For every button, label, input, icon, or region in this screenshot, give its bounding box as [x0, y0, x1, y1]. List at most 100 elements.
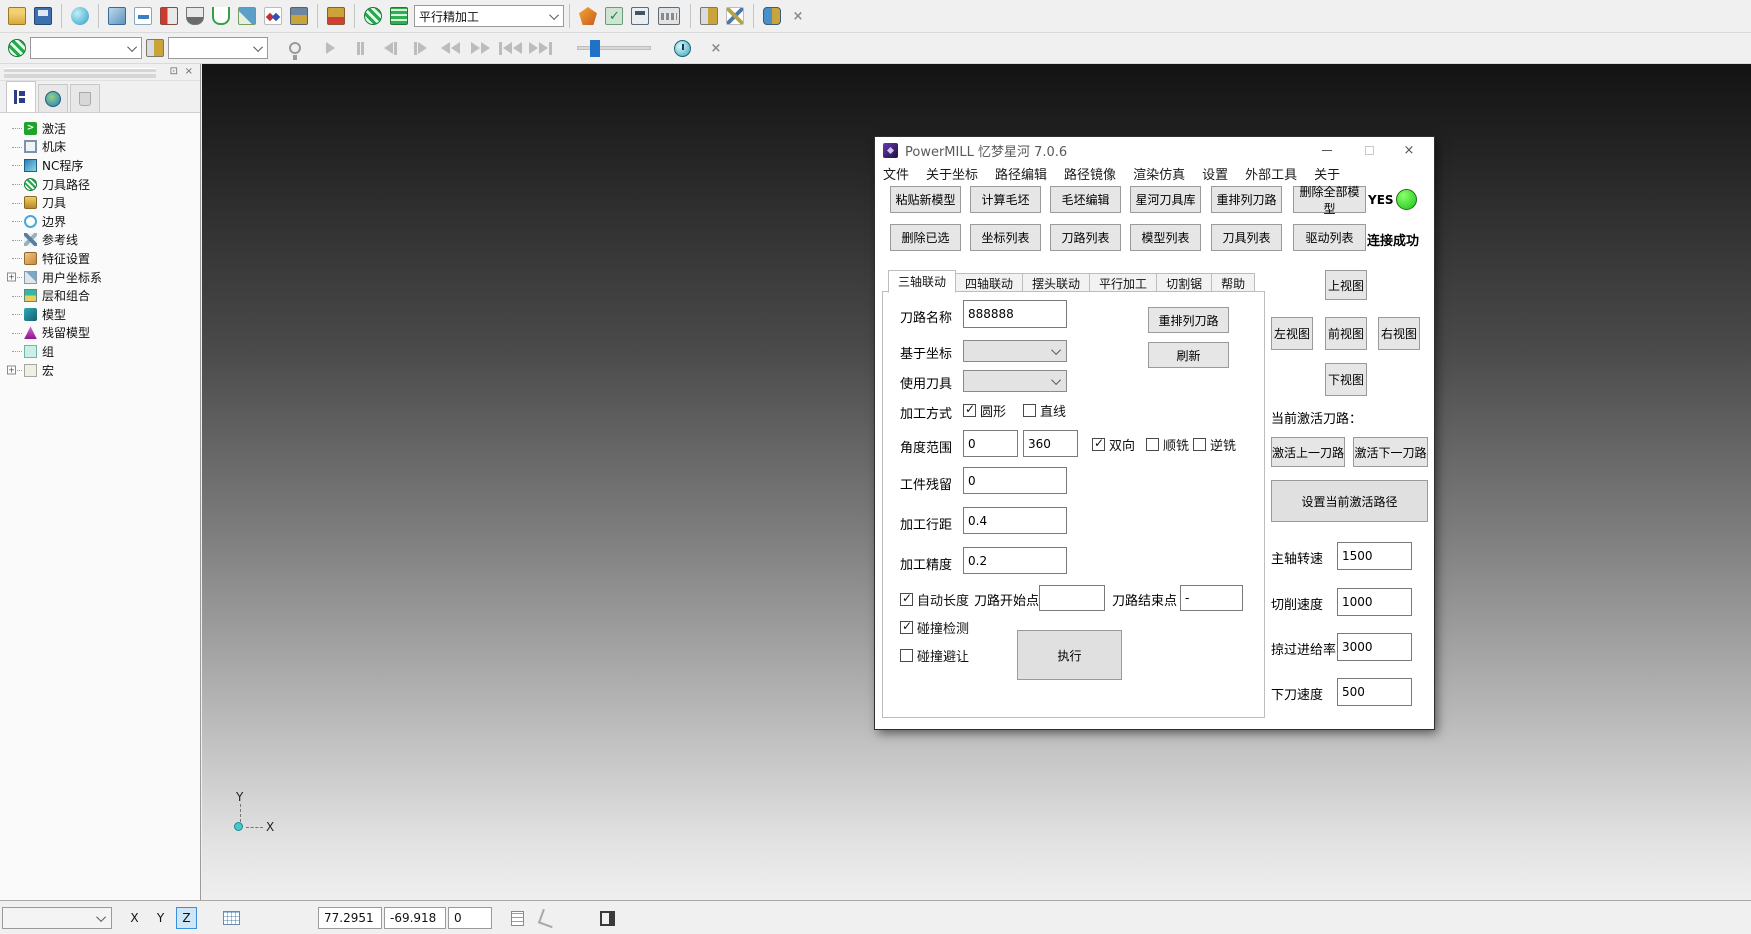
drive-list-button[interactable]: 驱动列表 — [1293, 224, 1366, 251]
strategy-dropdown[interactable]: 平行精加工 — [414, 5, 564, 27]
go-to-end-button[interactable] — [528, 36, 552, 60]
strategy-list-button[interactable] — [386, 3, 412, 29]
tool-button[interactable] — [182, 3, 208, 29]
sim-toolpath-dropdown[interactable] — [30, 37, 142, 59]
menu-file[interactable]: 文件 — [883, 164, 909, 183]
coord-list-button[interactable] — [505, 907, 529, 929]
view-bottom-button[interactable]: 下视图 — [1325, 363, 1367, 396]
pattern-button[interactable] — [234, 3, 260, 29]
menu-about[interactable]: 关于 — [1314, 164, 1340, 183]
model-list-button[interactable]: 模型列表 — [1130, 224, 1201, 251]
panel-grip[interactable]: ⊡ × — [0, 64, 200, 81]
feedrate-button[interactable] — [156, 3, 182, 29]
conventional-checkbox[interactable]: 逆铣 — [1193, 435, 1236, 454]
tree-item-stock-models[interactable]: 残留模型 — [6, 324, 200, 343]
expand-icon[interactable]: + — [7, 366, 16, 375]
axis-x-button[interactable]: X — [124, 907, 145, 929]
expand-icon[interactable]: + — [7, 273, 16, 282]
refresh-button[interactable]: 刷新 — [1148, 342, 1229, 368]
mode-line-checkbox[interactable]: 直线 — [1023, 401, 1066, 420]
tab-world[interactable] — [38, 84, 68, 112]
close-sim-toolbar-button[interactable]: × — [703, 35, 729, 61]
toolpath-name-input[interactable] — [963, 300, 1067, 328]
save-project-button[interactable] — [30, 3, 56, 29]
menu-about-coords[interactable]: 关于坐标 — [926, 164, 978, 183]
slider-handle[interactable] — [590, 40, 600, 57]
tree-item-patterns[interactable]: 参考线 — [6, 231, 200, 250]
based-coord-dropdown[interactable] — [963, 340, 1067, 362]
simulate-button[interactable] — [575, 3, 601, 29]
pause-button[interactable] — [348, 36, 372, 60]
maximize-button[interactable] — [1352, 137, 1386, 163]
tab-explorer-tree[interactable] — [6, 81, 36, 112]
coord-list-button[interactable]: 坐标列表 — [970, 224, 1041, 251]
statusbar-dropdown[interactable] — [2, 907, 112, 929]
axis-z-button[interactable]: Z — [176, 907, 197, 929]
delete-all-models-button[interactable]: 删除全部模型 — [1293, 186, 1366, 213]
tab-tilt-head[interactable]: 摆头联动 — [1023, 273, 1090, 293]
tree-item-toolpaths[interactable]: 刀具路径 — [6, 175, 200, 194]
step-forward-button[interactable] — [408, 36, 432, 60]
go-to-start-button[interactable] — [498, 36, 522, 60]
shading-button[interactable] — [67, 3, 93, 29]
play-button[interactable] — [318, 36, 342, 60]
measure-button[interactable] — [653, 3, 685, 29]
climb-checkbox[interactable]: 顺铣 — [1146, 435, 1189, 454]
panel-toggle-button[interactable] — [594, 907, 620, 929]
start-point-input[interactable] — [1039, 585, 1105, 611]
toolholder-button[interactable] — [286, 3, 312, 29]
highlight-button[interactable] — [282, 35, 308, 61]
cut-tools-button[interactable] — [722, 3, 748, 29]
rewind-button[interactable] — [438, 36, 462, 60]
tool-base-button[interactable] — [323, 3, 349, 29]
tab-saw[interactable]: 切割锯 — [1157, 273, 1212, 293]
toolpath-strategy-button[interactable] — [130, 3, 156, 29]
close-panel-icon[interactable]: × — [185, 66, 193, 77]
close-toolbar-button[interactable]: × — [785, 3, 811, 29]
sim-toolpath-button[interactable] — [4, 35, 30, 61]
angle-to-input[interactable] — [1023, 430, 1078, 457]
tab-help[interactable]: 帮助 — [1212, 273, 1255, 293]
sim-tool-button[interactable] — [142, 35, 168, 61]
calculator-button[interactable] — [627, 3, 653, 29]
stepover-input[interactable] — [963, 507, 1067, 534]
tool-list-button[interactable]: 刀具列表 — [1211, 224, 1282, 251]
speed-slider[interactable] — [577, 46, 651, 50]
menu-settings[interactable]: 设置 — [1202, 164, 1228, 183]
activate-prev-button[interactable]: 激活上一刀路 — [1271, 437, 1345, 467]
cutting-feed-input[interactable] — [1337, 588, 1412, 616]
tree-item-tools[interactable]: 刀具 — [6, 193, 200, 212]
tool-pair-button[interactable] — [696, 3, 722, 29]
view-left-button[interactable]: 左视图 — [1271, 317, 1313, 350]
use-tool-dropdown[interactable] — [963, 370, 1067, 392]
compute-block-button[interactable]: 计算毛坯 — [970, 186, 1041, 213]
menu-path-mirror[interactable]: 路径镜像 — [1064, 164, 1116, 183]
coord-x-field[interactable]: 77.2951 — [318, 907, 382, 929]
stock-input[interactable] — [963, 467, 1067, 494]
tab-recycle[interactable] — [70, 84, 100, 112]
angle-from-input[interactable] — [963, 430, 1018, 457]
skim-feed-input[interactable] — [1337, 633, 1412, 661]
tree-item-boundaries[interactable]: 边界 — [6, 212, 200, 231]
rearrange-button[interactable]: 重排列刀路 — [1148, 307, 1229, 333]
block-button[interactable] — [104, 3, 130, 29]
axis-y-button[interactable]: Y — [150, 907, 171, 929]
view-right-button[interactable]: 右视图 — [1378, 317, 1420, 350]
tree-item-models[interactable]: 模型 — [6, 305, 200, 324]
auto-length-checkbox[interactable]: 自动长度 — [900, 590, 969, 609]
tree-item-feature-sets[interactable]: 特征设置 — [6, 249, 200, 268]
menu-render-sim[interactable]: 渲染仿真 — [1133, 164, 1185, 183]
tool-library-button[interactable]: 星河刀具库 — [1130, 186, 1201, 213]
fast-forward-button[interactable] — [468, 36, 492, 60]
toolpath-list-button[interactable]: 刀路列表 — [1050, 224, 1121, 251]
view-front-button[interactable]: 前视图 — [1325, 317, 1367, 350]
tolerance-input[interactable] — [963, 547, 1067, 574]
collision-check-button[interactable] — [208, 3, 234, 29]
sim-tool-dropdown[interactable] — [168, 37, 268, 59]
tree-item-activate[interactable]: >激活 — [6, 119, 200, 138]
paste-new-model-button[interactable]: 粘贴新模型 — [890, 186, 961, 213]
activate-next-button[interactable]: 激活下一刀路 — [1353, 437, 1428, 467]
end-point-input[interactable] — [1180, 585, 1243, 611]
tab-parallel[interactable]: 平行加工 — [1090, 273, 1157, 293]
spindle-speed-input[interactable] — [1337, 542, 1412, 570]
